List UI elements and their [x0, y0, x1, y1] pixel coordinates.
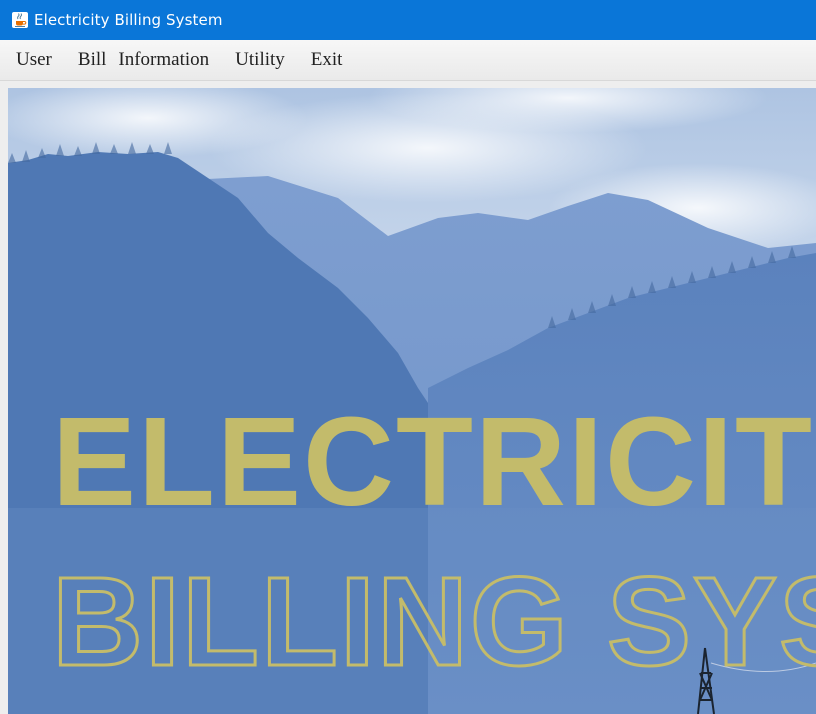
menu-user[interactable]: User — [10, 49, 58, 71]
banner-title-line1: ELECTRICITY — [52, 391, 816, 532]
mountain-background-image: ELECTRICITY BILLING SYSTEM — [8, 88, 816, 714]
menu-bar: User Bill Information Utility Exit — [0, 40, 816, 81]
menu-utility[interactable]: Utility — [229, 49, 291, 71]
background-image-panel: ELECTRICITY BILLING SYSTEM — [8, 88, 816, 714]
menu-bill[interactable]: Bill — [72, 49, 113, 71]
java-cup-icon — [12, 12, 28, 28]
title-bar[interactable]: Electricity Billing System — [0, 0, 816, 40]
banner-title-line2: BILLING SYSTEM — [52, 551, 816, 692]
app-window: Electricity Billing System User Bill Inf… — [0, 0, 816, 714]
window-title: Electricity Billing System — [34, 11, 223, 29]
menu-exit[interactable]: Exit — [305, 49, 349, 71]
menu-information[interactable]: Information — [112, 49, 215, 71]
